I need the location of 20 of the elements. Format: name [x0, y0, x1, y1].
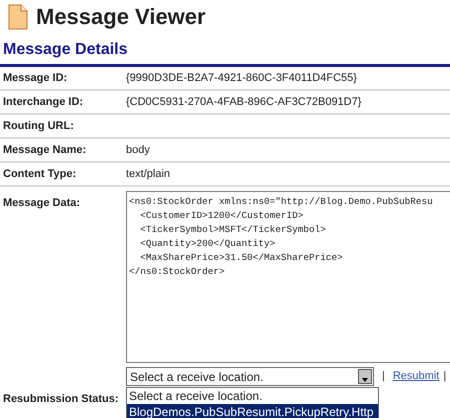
field-value: {9990D3DE-B2A7-4921-860C-3F4011D4FC55} [126, 70, 357, 86]
field-label: Message Data: [2, 196, 82, 211]
field-label: Message ID: [2, 70, 68, 86]
field-label: Interchange ID: [2, 94, 84, 110]
field-label: Routing URL: [2, 118, 75, 134]
section-heading: Message Details [0, 38, 450, 67]
field-value: {CD0C5931-270A-4FAB-896C-AF3C72B091D7} [126, 94, 362, 110]
field-label: Resubmission Status: [2, 392, 120, 407]
separator: | [382, 369, 385, 384]
page-title: Message Viewer [36, 6, 206, 28]
field-label: Content Type: [2, 166, 78, 182]
receive-location-select[interactable]: Select a receive location. [126, 367, 374, 386]
separator: | [443, 369, 446, 384]
dropdown-option[interactable]: Select a receive location. [127, 388, 378, 404]
field-label: Message Name: [2, 142, 88, 158]
field-value: body [126, 142, 150, 158]
document-icon [8, 4, 28, 30]
resubmit-link[interactable]: Resubmit [392, 368, 440, 385]
field-value: text/plain [126, 166, 170, 182]
message-data-field[interactable]: <ns0:StockOrder xmlns:ns0="http://Blog.Demo.PubSubResu <CustomerID>1200</CustomerID> <TickerSymbol>MSFT</TickerSymbol> <Quantity>200</Quantity> <MaxSharePrice>31.50</MaxSharePrice> </ns0:StockOrder> [126, 191, 450, 363]
